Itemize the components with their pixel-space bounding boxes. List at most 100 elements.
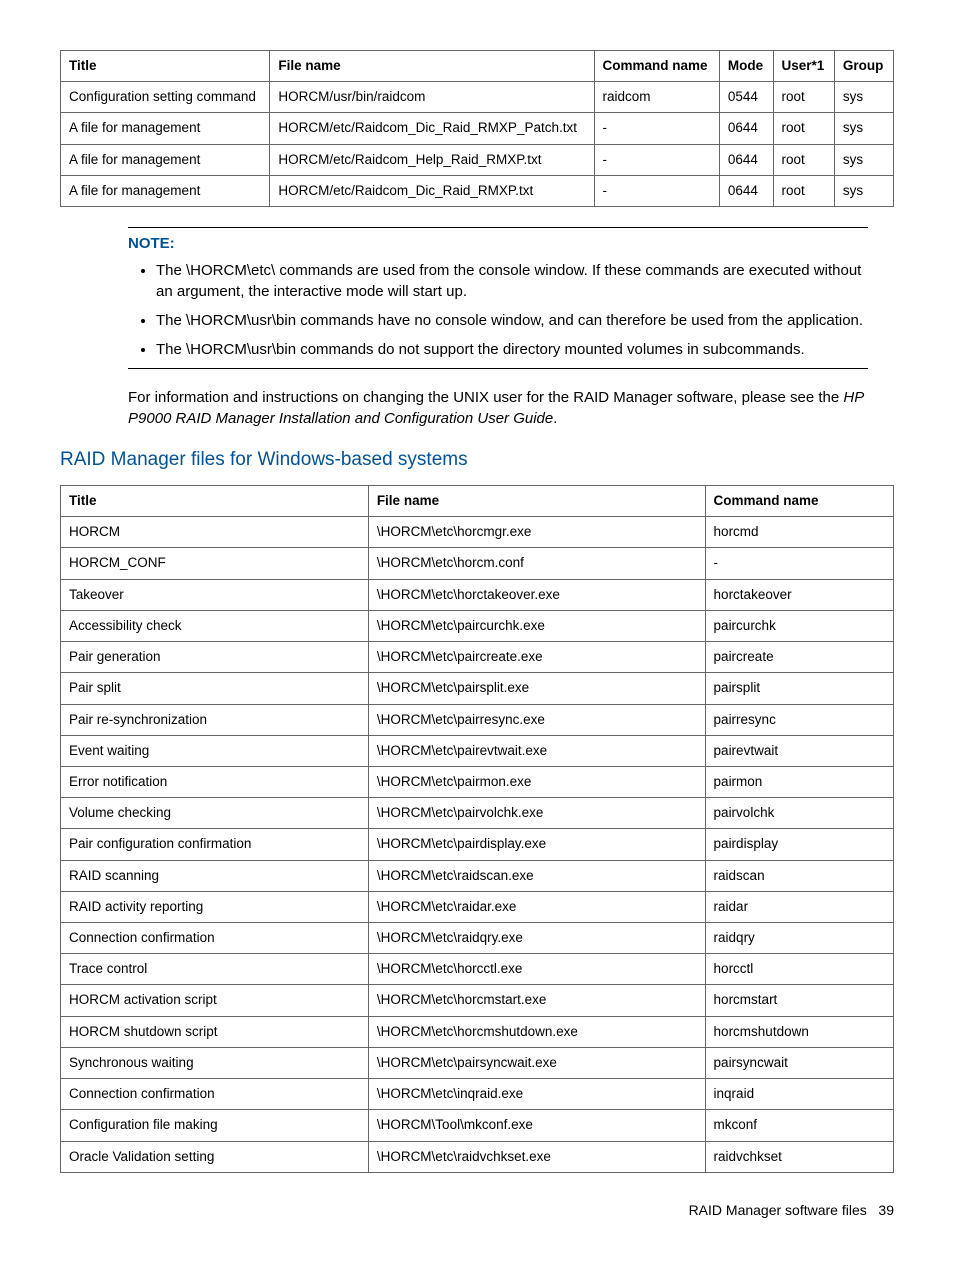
table-cell: pairdisplay: [705, 829, 893, 860]
table-cell: -: [594, 175, 719, 206]
table-cell: \HORCM\etc\pairsyncwait.exe: [368, 1047, 705, 1078]
col-command: Command name: [594, 51, 719, 82]
table-row: Trace control\HORCM\etc\horcctl.exehorcc…: [61, 954, 894, 985]
table-cell: \HORCM\etc\pairevtwait.exe: [368, 735, 705, 766]
table-cell: A file for management: [61, 113, 270, 144]
table-cell: 0644: [719, 144, 773, 175]
table-cell: Error notification: [61, 766, 369, 797]
table-cell: Connection confirmation: [61, 1079, 369, 1110]
table-cell: pairsplit: [705, 673, 893, 704]
table-cell: \HORCM\etc\horctakeover.exe: [368, 579, 705, 610]
table-row: Volume checking\HORCM\etc\pairvolchk.exe…: [61, 798, 894, 829]
table-row: Pair re-synchronization\HORCM\etc\pairre…: [61, 704, 894, 735]
table-cell: raidqry: [705, 923, 893, 954]
table-cell: pairsyncwait: [705, 1047, 893, 1078]
table-cell: RAID scanning: [61, 860, 369, 891]
table-cell: raidar: [705, 891, 893, 922]
table-cell: paircreate: [705, 642, 893, 673]
table-cell: -: [594, 113, 719, 144]
note-item: The \HORCM\usr\bin commands have no cons…: [156, 310, 868, 331]
table-cell: \HORCM\etc\horcmstart.exe: [368, 985, 705, 1016]
note-block: NOTE: The \HORCM\etc\ commands are used …: [128, 227, 868, 369]
table-row: Synchronous waiting\HORCM\etc\pairsyncwa…: [61, 1047, 894, 1078]
table-cell: Pair configuration confirmation: [61, 829, 369, 860]
table-cell: 0544: [719, 82, 773, 113]
table-cell: -: [594, 144, 719, 175]
table-cell: \HORCM\etc\horcm.conf: [368, 548, 705, 579]
table-cell: Synchronous waiting: [61, 1047, 369, 1078]
table-cell: Volume checking: [61, 798, 369, 829]
table-cell: horcctl: [705, 954, 893, 985]
table-cell: \HORCM\etc\pairvolchk.exe: [368, 798, 705, 829]
table-row: HORCM shutdown script\HORCM\etc\horcmshu…: [61, 1016, 894, 1047]
table-cell: raidscan: [705, 860, 893, 891]
col-title: Title: [61, 485, 369, 516]
table-cell: Pair split: [61, 673, 369, 704]
col-title: Title: [61, 51, 270, 82]
note-item: The \HORCM\etc\ commands are used from t…: [156, 260, 868, 302]
note-item: The \HORCM\usr\bin commands do not suppo…: [156, 339, 868, 360]
table-cell: sys: [834, 113, 893, 144]
footer-text: RAID Manager software files: [689, 1202, 867, 1218]
table-cell: Trace control: [61, 954, 369, 985]
table-cell: root: [773, 113, 834, 144]
info-text-2: .: [553, 410, 557, 427]
table-row: Pair split\HORCM\etc\pairsplit.exepairsp…: [61, 673, 894, 704]
note-divider-top: [128, 227, 868, 228]
table-cell: \HORCM\etc\paircreate.exe: [368, 642, 705, 673]
table-cell: HORCM activation script: [61, 985, 369, 1016]
table-row: RAID activity reporting\HORCM\etc\raidar…: [61, 891, 894, 922]
table-cell: \HORCM\etc\paircurchk.exe: [368, 610, 705, 641]
table-cell: HORCM shutdown script: [61, 1016, 369, 1047]
table-cell: 0644: [719, 113, 773, 144]
table-cell: Takeover: [61, 579, 369, 610]
col-filename: File name: [368, 485, 705, 516]
table-cell: Configuration file making: [61, 1110, 369, 1141]
table-row: Configuration setting commandHORCM/usr/b…: [61, 82, 894, 113]
table-cell: sys: [834, 144, 893, 175]
col-command: Command name: [705, 485, 893, 516]
table-cell: \HORCM\etc\raidar.exe: [368, 891, 705, 922]
col-filename: File name: [270, 51, 594, 82]
table-row: A file for managementHORCM/etc/Raidcom_D…: [61, 113, 894, 144]
table-row: Connection confirmation\HORCM\etc\inqrai…: [61, 1079, 894, 1110]
table-cell: sys: [834, 175, 893, 206]
note-title: NOTE:: [128, 234, 868, 254]
table-row: Takeover\HORCM\etc\horctakeover.exehorct…: [61, 579, 894, 610]
table-cell: mkconf: [705, 1110, 893, 1141]
table-cell: raidvchkset: [705, 1141, 893, 1172]
table-cell: \HORCM\etc\pairresync.exe: [368, 704, 705, 735]
table-row: Pair configuration confirmation\HORCM\et…: [61, 829, 894, 860]
table-cell: paircurchk: [705, 610, 893, 641]
table-cell: pairvolchk: [705, 798, 893, 829]
table-cell: -: [705, 548, 893, 579]
table-cell: HORCM/usr/bin/raidcom: [270, 82, 594, 113]
table-row: Configuration file making\HORCM\Tool\mkc…: [61, 1110, 894, 1141]
table-cell: \HORCM\etc\horcmshutdown.exe: [368, 1016, 705, 1047]
table-row: Pair generation\HORCM\etc\paircreate.exe…: [61, 642, 894, 673]
table-cell: pairevtwait: [705, 735, 893, 766]
table-row: A file for managementHORCM/etc/Raidcom_H…: [61, 144, 894, 175]
table-cell: \HORCM\etc\pairdisplay.exe: [368, 829, 705, 860]
files-table-unix: Title File name Command name Mode User*1…: [60, 50, 894, 207]
table-cell: root: [773, 175, 834, 206]
table-row: Event waiting\HORCM\etc\pairevtwait.exep…: [61, 735, 894, 766]
table-row: Oracle Validation setting\HORCM\etc\raid…: [61, 1141, 894, 1172]
table-cell: \HORCM\etc\horcmgr.exe: [368, 517, 705, 548]
table-cell: \HORCM\etc\pairsplit.exe: [368, 673, 705, 704]
table-cell: horctakeover: [705, 579, 893, 610]
table-cell: Pair generation: [61, 642, 369, 673]
table-cell: Connection confirmation: [61, 923, 369, 954]
table-row: HORCM\HORCM\etc\horcmgr.exehorcmd: [61, 517, 894, 548]
table-row: A file for managementHORCM/etc/Raidcom_D…: [61, 175, 894, 206]
col-user: User*1: [773, 51, 834, 82]
table-cell: sys: [834, 82, 893, 113]
table-row: Accessibility check\HORCM\etc\paircurchk…: [61, 610, 894, 641]
footer-page: 39: [878, 1202, 894, 1218]
table-cell: \HORCM\etc\horcctl.exe: [368, 954, 705, 985]
table-cell: HORCM_CONF: [61, 548, 369, 579]
table-cell: pairresync: [705, 704, 893, 735]
table-cell: Oracle Validation setting: [61, 1141, 369, 1172]
table-row: HORCM activation script\HORCM\etc\horcms…: [61, 985, 894, 1016]
table-cell: \HORCM\etc\raidqry.exe: [368, 923, 705, 954]
